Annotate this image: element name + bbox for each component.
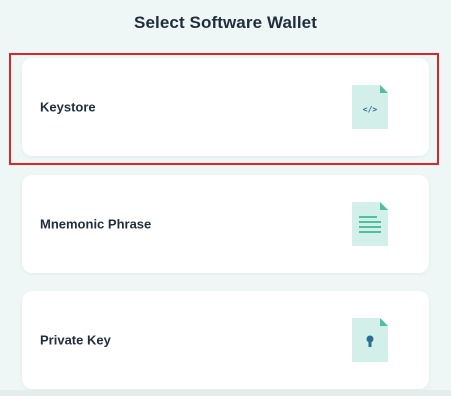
option-mnemonic-phrase[interactable]: Mnemonic Phrase <box>22 175 429 273</box>
page-title: Select Software Wallet <box>134 13 317 32</box>
option-keystore[interactable]: Keystore </> <box>22 58 429 156</box>
option-label-keystore: Keystore <box>40 99 96 115</box>
wallet-select-screen: Select Software Wallet Keystore </> Mnem… <box>0 0 451 396</box>
code-file-icon: </> <box>352 85 388 129</box>
bottom-edge <box>0 390 451 396</box>
option-private-key[interactable]: Private Key <box>22 291 429 389</box>
option-label-private-key: Private Key <box>40 332 111 348</box>
key-file-icon <box>352 318 388 362</box>
text-file-icon <box>352 202 388 246</box>
option-label-mnemonic: Mnemonic Phrase <box>40 216 152 232</box>
svg-text:</>: </> <box>363 105 378 114</box>
